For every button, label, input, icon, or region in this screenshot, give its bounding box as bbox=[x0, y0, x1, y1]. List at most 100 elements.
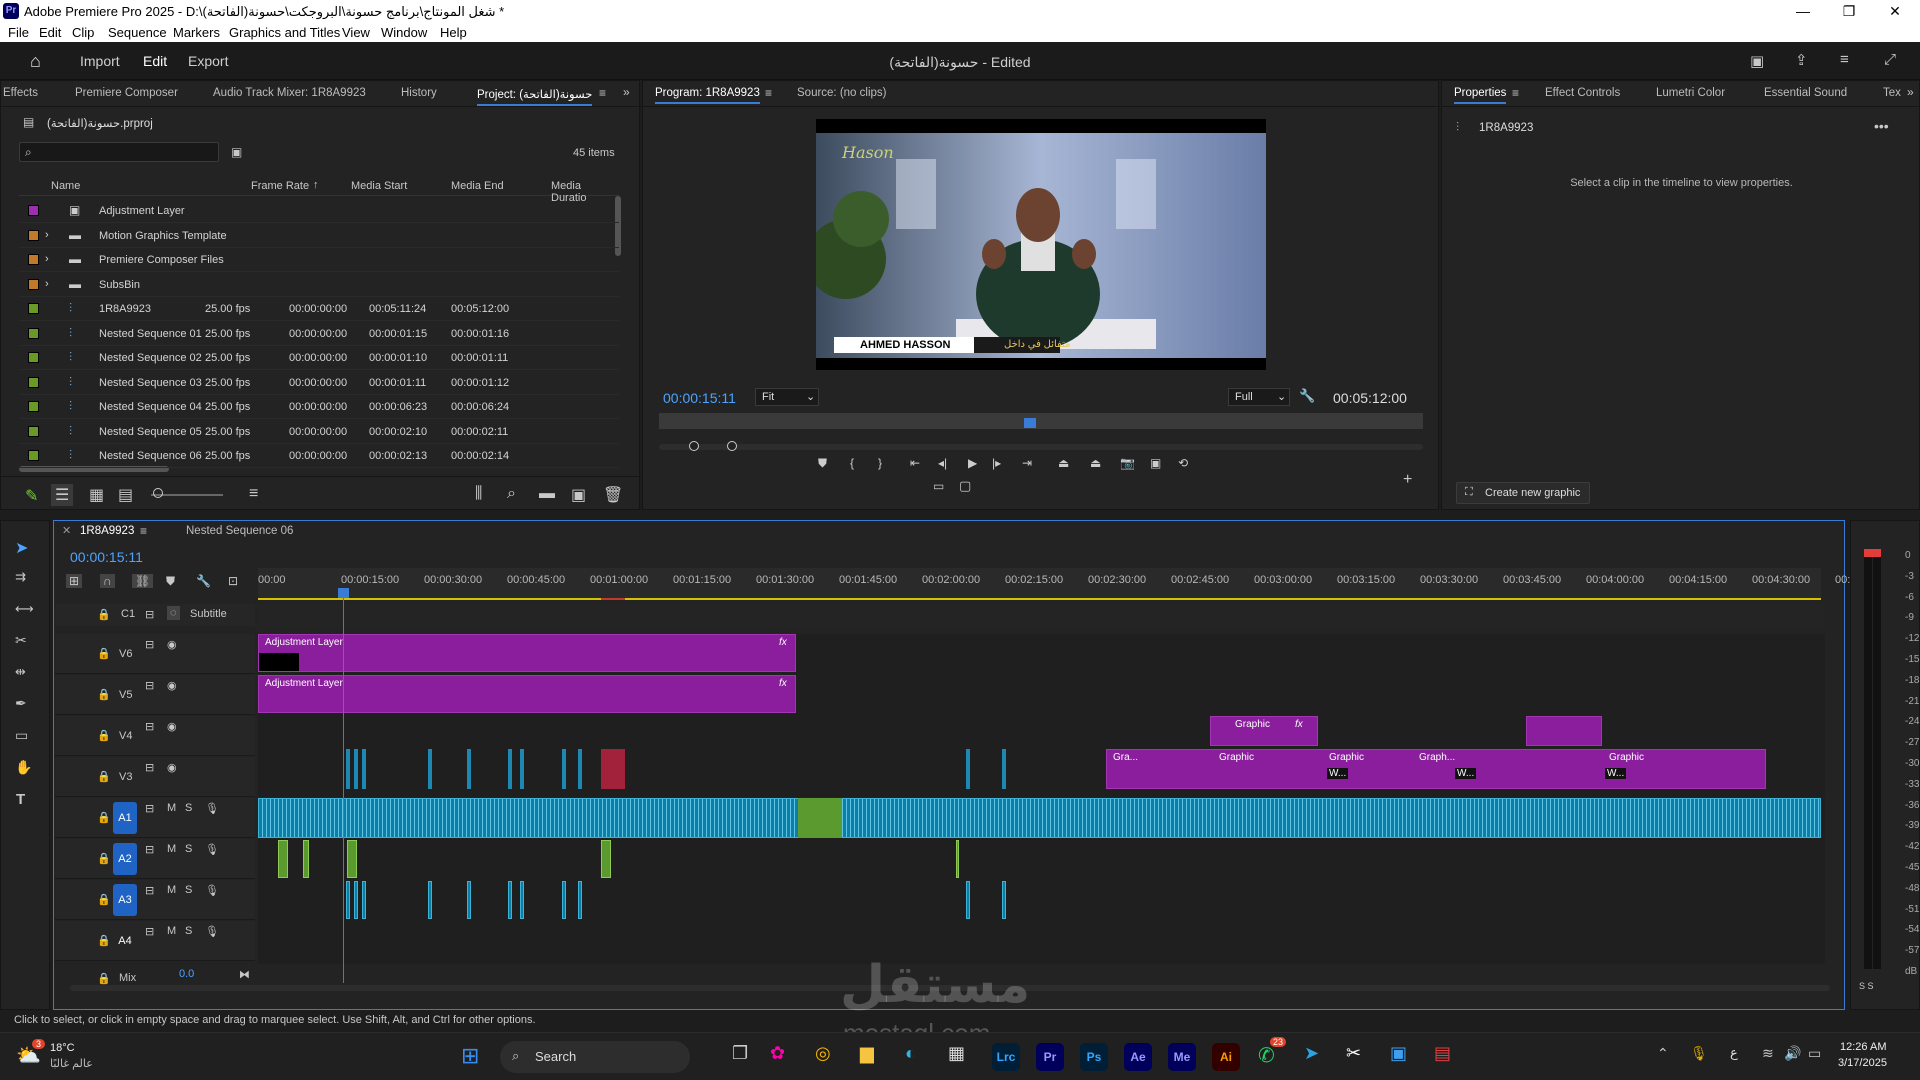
automate-icon[interactable]: ⫼ bbox=[475, 485, 482, 503]
add-marker-icon[interactable]: ⛊ bbox=[818, 456, 827, 471]
add-marker-icon[interactable]: ⛊ bbox=[166, 574, 175, 589]
sort-icon[interactable]: ≡ bbox=[249, 485, 258, 503]
freeform-view-icon[interactable]: ▤ bbox=[118, 485, 133, 505]
fullscreen-icon[interactable]: ⤢ bbox=[1884, 51, 1896, 68]
solo-button[interactable]: S bbox=[185, 925, 192, 937]
rectangle-tool-icon[interactable]: ▭ bbox=[15, 727, 28, 744]
find-icon[interactable]: ⌕ bbox=[507, 485, 516, 503]
lock-icon[interactable]: 🔒 bbox=[97, 608, 111, 621]
tab-audio-mixer[interactable]: Audio Track Mixer: 1R8A9923 bbox=[213, 87, 366, 99]
extract-icon[interactable]: ⏏ bbox=[1090, 456, 1101, 470]
lock-icon[interactable]: 🔒 bbox=[97, 770, 111, 783]
audio-clip-a3[interactable] bbox=[354, 881, 358, 919]
language-indicator[interactable]: ع bbox=[1730, 1045, 1738, 1061]
capcut-icon[interactable]: ✂ bbox=[1346, 1043, 1361, 1064]
linked-selection-icon[interactable]: ⛓ bbox=[132, 574, 154, 588]
col-frame-rate[interactable]: Frame Rate bbox=[251, 180, 309, 192]
lock-icon[interactable]: 🔒 bbox=[97, 934, 111, 947]
tray-chevron-icon[interactable]: ⌃ bbox=[1657, 1045, 1669, 1062]
label-color-swatch[interactable] bbox=[28, 376, 39, 388]
label-color-swatch[interactable] bbox=[28, 303, 39, 314]
icon-view-icon[interactable]: ▦ bbox=[89, 485, 104, 505]
audio-clip-a2[interactable] bbox=[601, 840, 611, 878]
video-clip-sliver[interactable] bbox=[578, 749, 582, 789]
solo-button[interactable]: S bbox=[185, 802, 192, 814]
properties-menu-icon[interactable]: ≡ bbox=[1512, 86, 1519, 100]
label-color-swatch[interactable] bbox=[28, 450, 39, 461]
go-to-in-icon[interactable]: ⇤ bbox=[910, 456, 920, 470]
volume-icon[interactable]: 🔊 bbox=[1784, 1045, 1801, 1062]
list-item[interactable]: ⫶ Nested Sequence 01 25.00 fps 00:00:00:00 0… bbox=[19, 322, 619, 346]
more-options-icon[interactable]: ••• bbox=[1874, 118, 1889, 134]
mute-button[interactable]: M bbox=[167, 802, 176, 814]
mute-button[interactable]: M bbox=[167, 843, 176, 855]
safe-margins-icon[interactable]: ▭ bbox=[933, 479, 944, 493]
work-area-bar[interactable] bbox=[258, 598, 1821, 600]
label-color-swatch[interactable] bbox=[28, 352, 39, 363]
list-item[interactable]: › ▬ Premiere Composer Files bbox=[19, 248, 619, 272]
toggle-sync-icon[interactable]: ⊟ bbox=[145, 925, 154, 938]
comparison-view-icon[interactable]: ▣ bbox=[1150, 456, 1161, 470]
audio-clip-a2[interactable] bbox=[278, 840, 288, 878]
playhead-indicator[interactable] bbox=[1024, 418, 1036, 428]
mute-button[interactable]: M bbox=[167, 884, 176, 896]
go-to-out-icon[interactable]: ⇥ bbox=[1022, 456, 1032, 470]
list-item[interactable]: ⫶ Nested Sequence 04 25.00 fps 00:00:00:00 0… bbox=[19, 395, 619, 419]
video-clip-sliver[interactable] bbox=[428, 749, 432, 789]
audio-clip-a3[interactable] bbox=[428, 881, 432, 919]
new-bin-from-search-icon[interactable]: ▣ bbox=[231, 145, 242, 159]
copilot-icon[interactable]: ✿ bbox=[770, 1043, 785, 1064]
lock-icon[interactable]: 🔒 bbox=[97, 647, 111, 660]
col-name[interactable]: Name bbox=[51, 180, 80, 192]
sequence-menu-icon[interactable]: ≡ bbox=[140, 524, 147, 538]
label-color-swatch[interactable] bbox=[28, 278, 39, 290]
graphic-clips-v3[interactable]: Gra... Graphic Graphic Graph... Graphic … bbox=[1106, 749, 1766, 789]
video-clip-sliver[interactable] bbox=[467, 749, 471, 789]
toggle-sync-icon[interactable]: ⊟ bbox=[145, 761, 154, 774]
video-clip-sliver[interactable] bbox=[520, 749, 524, 789]
wrench-icon[interactable]: 🔧 bbox=[1299, 388, 1315, 404]
after-effects-icon[interactable]: Ae bbox=[1124, 1043, 1152, 1071]
type-tool-icon[interactable]: T bbox=[16, 791, 25, 808]
clock-date[interactable]: 3/17/2025 bbox=[1838, 1057, 1887, 1069]
label-color-swatch[interactable] bbox=[28, 401, 39, 412]
label-color-swatch[interactable] bbox=[28, 229, 39, 241]
mute-button[interactable]: M bbox=[167, 925, 176, 937]
battery-icon[interactable]: ▭ bbox=[1808, 1045, 1821, 1062]
more-tabs-icon[interactable]: » bbox=[1907, 85, 1914, 99]
label-color-swatch[interactable] bbox=[28, 327, 39, 339]
toggle-sync-icon[interactable]: ⊟ bbox=[145, 720, 154, 733]
audio-clip-a3[interactable] bbox=[362, 881, 366, 919]
ripple-edit-icon[interactable]: ⟷ bbox=[15, 601, 34, 617]
export-frame-icon[interactable]: 📷 bbox=[1120, 456, 1135, 470]
pencil-icon[interactable]: ✎ bbox=[25, 486, 38, 506]
close-tab-icon[interactable]: ✕ bbox=[62, 524, 71, 537]
new-bin-icon[interactable]: ▬ bbox=[539, 485, 555, 503]
caption-lane[interactable] bbox=[258, 604, 1825, 626]
toggle-sync-icon[interactable]: ⊟ bbox=[145, 843, 154, 856]
button-editor-icon[interactable]: + bbox=[1403, 471, 1412, 489]
export-tab[interactable]: Export bbox=[188, 53, 228, 69]
audio-clip-a3[interactable] bbox=[578, 881, 582, 919]
search-input[interactable]: ⌕ bbox=[19, 142, 219, 162]
menu-sequence[interactable]: Sequence bbox=[108, 25, 167, 40]
tab-essential-sound[interactable]: Essential Sound bbox=[1764, 87, 1847, 99]
mark-out-icon[interactable]: } bbox=[878, 456, 882, 470]
step-back-icon[interactable]: ◂| bbox=[938, 456, 947, 470]
label-color-swatch[interactable] bbox=[28, 205, 39, 216]
app-icon[interactable]: ▤ bbox=[1434, 1043, 1451, 1064]
list-item[interactable]: ⫶ Nested Sequence 06 25.00 fps 00:00:00:00 0… bbox=[19, 444, 619, 468]
sync-lock-icon[interactable]: ⊟ bbox=[145, 608, 154, 621]
list-item[interactable]: ⫶ Nested Sequence 03 25.00 fps 00:00:00:00 0… bbox=[19, 371, 619, 395]
menu-graphics[interactable]: Graphics and Titles bbox=[229, 25, 340, 40]
video-clip-sliver[interactable] bbox=[1002, 749, 1006, 789]
graphic-clip-v4[interactable]: Graphic fx bbox=[1210, 716, 1318, 746]
audio-clip-a1[interactable] bbox=[258, 798, 1821, 838]
create-graphic-button[interactable]: ⛶ Create new graphic bbox=[1456, 482, 1590, 504]
trash-icon[interactable]: 🗑 bbox=[603, 485, 623, 505]
list-item[interactable]: › ▬ Motion Graphics Template bbox=[19, 224, 619, 248]
audio-clip-a3[interactable] bbox=[520, 881, 524, 919]
lock-icon[interactable]: 🔒 bbox=[97, 972, 111, 985]
lock-icon[interactable]: 🔒 bbox=[97, 688, 111, 701]
playhead-timecode[interactable]: 00:00:15:11 bbox=[663, 390, 736, 406]
